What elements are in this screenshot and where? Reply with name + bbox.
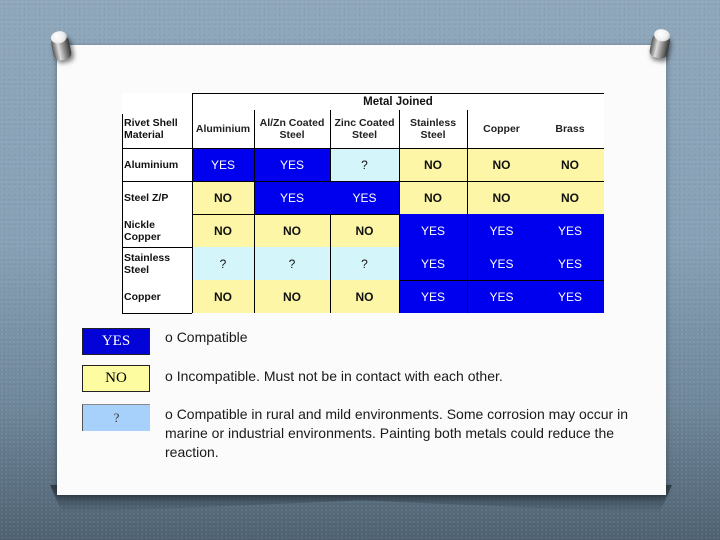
table-cell: NO bbox=[536, 181, 604, 214]
column-header: Aluminium bbox=[195, 123, 251, 135]
table-cell: YES bbox=[330, 181, 399, 214]
header-bottom-border bbox=[122, 148, 604, 149]
row-line bbox=[467, 181, 604, 182]
label-col-border bbox=[192, 148, 193, 313]
table-cell: NO bbox=[330, 214, 399, 247]
title-top-border bbox=[192, 93, 604, 94]
table-cell: ? bbox=[330, 148, 399, 181]
row-line bbox=[399, 280, 604, 281]
row-label: Copper bbox=[124, 290, 161, 303]
table-cell: YES bbox=[399, 214, 467, 247]
row-line bbox=[122, 247, 192, 248]
row-line bbox=[192, 181, 330, 182]
row-label: Nickle Copper bbox=[124, 218, 161, 243]
table-cell: YES bbox=[467, 214, 536, 247]
row-label-bottom-border bbox=[122, 313, 192, 314]
table-cell: NO bbox=[399, 181, 467, 214]
corner-header: Rivet Shell Material bbox=[124, 117, 178, 141]
table-title: Metal Joined bbox=[363, 95, 433, 108]
table-cell: YES bbox=[536, 214, 604, 247]
table-cell: YES bbox=[399, 247, 467, 280]
table-cell: NO bbox=[467, 148, 536, 181]
table-cell: YES bbox=[192, 148, 254, 181]
table-left-border bbox=[122, 114, 123, 313]
header-col-line bbox=[467, 110, 468, 148]
table-cell: YES bbox=[536, 280, 604, 313]
table-cell: YES bbox=[399, 280, 467, 313]
legend-swatch-question: ? bbox=[82, 404, 150, 431]
col-line bbox=[330, 148, 331, 181]
legend-text-compatible: o Compatible bbox=[165, 329, 248, 345]
compatibility-table: Metal Joined Rivet Shell Material Aluminiu… bbox=[122, 93, 604, 314]
col-line bbox=[330, 214, 331, 313]
row-label: Aluminium bbox=[124, 158, 179, 171]
legend-swatch-yes: YES bbox=[82, 328, 150, 355]
table-cell: ? bbox=[254, 247, 330, 280]
column-header: Al/Zn Coated Steel bbox=[259, 117, 325, 141]
row-line bbox=[192, 214, 330, 215]
table-cell: NO bbox=[254, 280, 330, 313]
legend-text-incompatible: o Incompatible. Must not be in contact w… bbox=[165, 368, 503, 384]
legend-swatch-no: NO bbox=[82, 365, 150, 392]
table-cell: NO bbox=[254, 214, 330, 247]
row-label: Steel Z/P bbox=[124, 191, 169, 204]
column-header: Brass bbox=[555, 123, 585, 135]
legend-text-conditional: o Compatible in rural and mild environme… bbox=[165, 406, 628, 460]
col-line bbox=[399, 148, 400, 313]
table-cell: ? bbox=[330, 247, 399, 280]
header-col-line bbox=[254, 110, 255, 148]
row-label: Stainless Steel bbox=[124, 251, 171, 276]
table-cell: YES bbox=[254, 148, 330, 181]
column-header: Zinc Coated Steel bbox=[334, 117, 395, 141]
table-cell: NO bbox=[192, 181, 254, 214]
column-header: Copper bbox=[483, 123, 520, 135]
column-header: Stainless Steel bbox=[409, 117, 457, 141]
table-cell: NO bbox=[399, 148, 467, 181]
table-cell: NO bbox=[467, 181, 536, 214]
table-cell: YES bbox=[254, 181, 330, 214]
table-cell: YES bbox=[467, 280, 536, 313]
header-left-border bbox=[192, 93, 193, 148]
table-cell: YES bbox=[536, 247, 604, 280]
header-col-line bbox=[399, 110, 400, 148]
col-line bbox=[254, 148, 255, 313]
col-line bbox=[467, 148, 468, 313]
table-cell: NO bbox=[192, 214, 254, 247]
row-line bbox=[330, 214, 399, 215]
table-cell: ? bbox=[192, 247, 254, 280]
header-col-line bbox=[330, 110, 331, 148]
table-cell: YES bbox=[467, 247, 536, 280]
table-cell: NO bbox=[536, 148, 604, 181]
table-cell: NO bbox=[192, 280, 254, 313]
table-cell: NO bbox=[330, 280, 399, 313]
